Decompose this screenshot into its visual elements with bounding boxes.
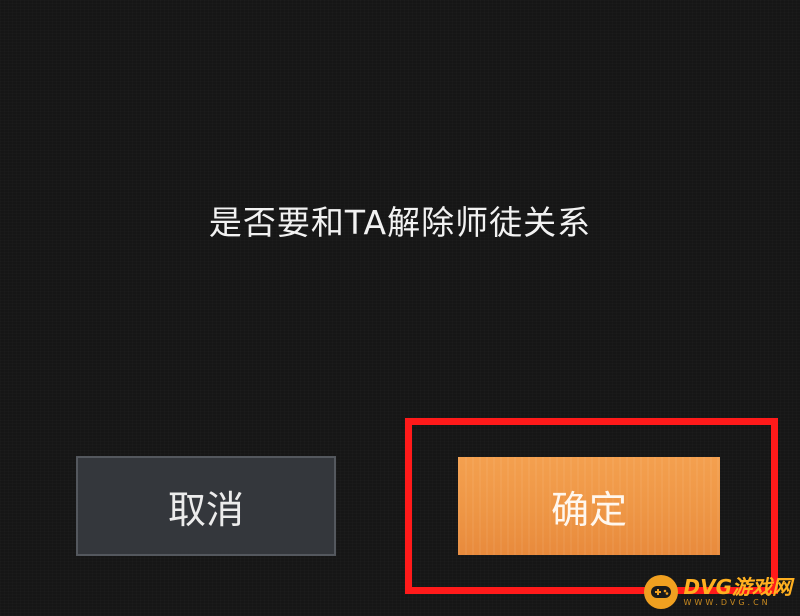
watermark: DVG游戏网 WWW.DVG.CN — [643, 572, 793, 612]
confirm-button[interactable]: 确定 — [458, 457, 720, 555]
dialog-screen: 是否要和TA解除师徒关系 取消 确定 DVG游戏网 WWW.DVG.CN — [0, 0, 800, 616]
watermark-url: WWW.DVG.CN — [683, 598, 771, 607]
dialog-prompt: 是否要和TA解除师徒关系 — [208, 203, 592, 242]
watermark-brand: DVG游戏网 — [683, 575, 793, 599]
cancel-button[interactable]: 取消 — [76, 456, 336, 556]
gamepad-icon — [643, 575, 678, 609]
